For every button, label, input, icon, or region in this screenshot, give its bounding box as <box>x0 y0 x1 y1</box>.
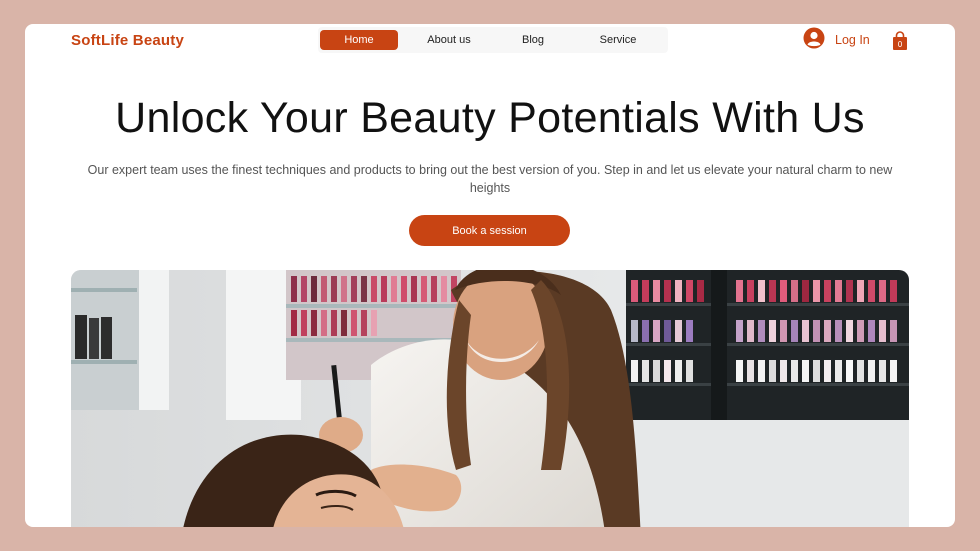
user-avatar-icon <box>803 27 825 54</box>
cart-count: 0 <box>898 40 903 49</box>
nav-blog[interactable]: Blog <box>508 30 558 50</box>
book-session-button[interactable]: Book a session <box>409 215 570 246</box>
shopping-bag-icon: 0 <box>893 31 907 50</box>
nav-home[interactable]: Home <box>320 30 398 50</box>
login-label: Log In <box>835 33 870 47</box>
hero-subtitle: Our expert team uses the finest techniqu… <box>87 163 893 195</box>
nav-about-us[interactable]: About us <box>414 30 484 50</box>
main-nav: Home About us Blog Service <box>318 27 668 53</box>
hero-image <box>71 270 909 527</box>
page-card: SoftLife Beauty Home About us Blog Servi… <box>25 24 955 527</box>
login-button[interactable]: Log In <box>803 27 870 54</box>
hero-title: Unlock Your Beauty Potentials With Us <box>115 94 865 142</box>
brand-logo[interactable]: SoftLife Beauty <box>71 32 184 49</box>
cart-button[interactable]: 0 <box>891 31 909 56</box>
nav-service[interactable]: Service <box>586 30 650 50</box>
